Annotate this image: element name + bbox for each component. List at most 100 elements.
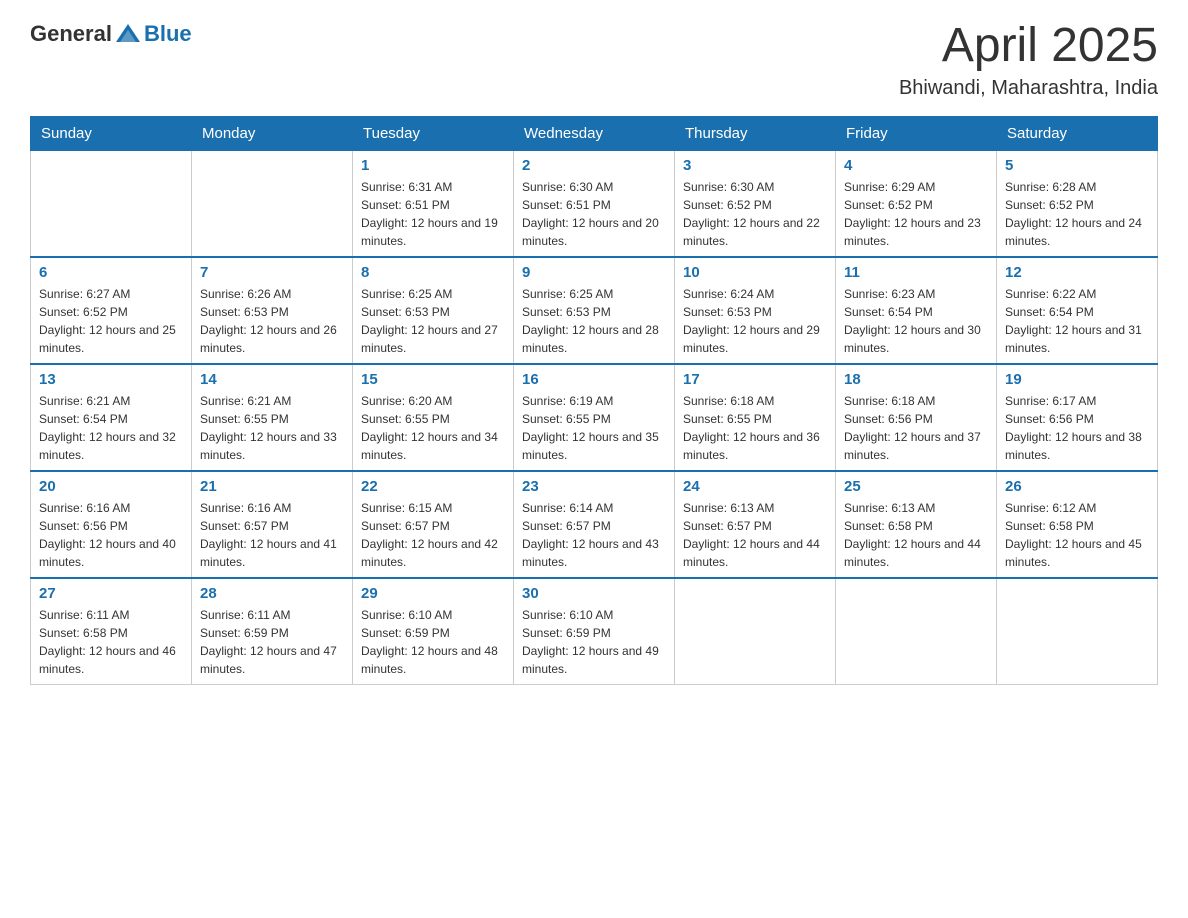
calendar-cell: 19 Sunrise: 6:17 AMSunset: 6:56 PMDayligh… xyxy=(997,364,1158,471)
day-info: Sunrise: 6:15 AMSunset: 6:57 PMDaylight:… xyxy=(361,499,505,571)
calendar-day-header: Friday xyxy=(836,116,997,150)
calendar-cell: 13 Sunrise: 6:21 AMSunset: 6:54 PMDayligh… xyxy=(31,364,192,471)
day-info: Sunrise: 6:25 AMSunset: 6:53 PMDaylight:… xyxy=(361,285,505,357)
day-number: 22 xyxy=(361,478,505,495)
day-info: Sunrise: 6:30 AMSunset: 6:51 PMDaylight:… xyxy=(522,178,666,250)
day-number: 17 xyxy=(683,371,827,388)
calendar-cell xyxy=(675,578,836,685)
title-block: April 2025 Bhiwandi, Maharashtra, India xyxy=(899,20,1158,100)
day-number: 14 xyxy=(200,371,344,388)
day-info: Sunrise: 6:21 AMSunset: 6:55 PMDaylight:… xyxy=(200,392,344,464)
day-number: 5 xyxy=(1005,157,1149,174)
calendar-cell: 12 Sunrise: 6:22 AMSunset: 6:54 PMDayligh… xyxy=(997,257,1158,364)
day-info: Sunrise: 6:10 AMSunset: 6:59 PMDaylight:… xyxy=(361,606,505,678)
calendar-cell: 14 Sunrise: 6:21 AMSunset: 6:55 PMDayligh… xyxy=(192,364,353,471)
day-info: Sunrise: 6:22 AMSunset: 6:54 PMDaylight:… xyxy=(1005,285,1149,357)
day-info: Sunrise: 6:10 AMSunset: 6:59 PMDaylight:… xyxy=(522,606,666,678)
day-number: 28 xyxy=(200,585,344,602)
calendar-cell: 23 Sunrise: 6:14 AMSunset: 6:57 PMDayligh… xyxy=(514,471,675,578)
day-info: Sunrise: 6:11 AMSunset: 6:58 PMDaylight:… xyxy=(39,606,183,678)
calendar-cell: 26Sunrise: 6:12 AMSunset: 6:58 PMDayligh… xyxy=(997,471,1158,578)
day-number: 19 xyxy=(1005,371,1149,388)
calendar-cell: 22 Sunrise: 6:15 AMSunset: 6:57 PMDayligh… xyxy=(353,471,514,578)
day-info: Sunrise: 6:13 AMSunset: 6:57 PMDaylight:… xyxy=(683,499,827,571)
calendar-week-row: 1 Sunrise: 6:31 AMSunset: 6:51 PMDaylight… xyxy=(31,150,1158,257)
day-info: Sunrise: 6:21 AMSunset: 6:54 PMDaylight:… xyxy=(39,392,183,464)
day-info: Sunrise: 6:16 AMSunset: 6:56 PMDaylight:… xyxy=(39,499,183,571)
day-number: 9 xyxy=(522,264,666,281)
calendar-day-header: Wednesday xyxy=(514,116,675,150)
day-info: Sunrise: 6:18 AMSunset: 6:55 PMDaylight:… xyxy=(683,392,827,464)
calendar-cell: 16 Sunrise: 6:19 AMSunset: 6:55 PMDayligh… xyxy=(514,364,675,471)
day-info: Sunrise: 6:17 AMSunset: 6:56 PMDaylight:… xyxy=(1005,392,1149,464)
day-info: Sunrise: 6:29 AMSunset: 6:52 PMDaylight:… xyxy=(844,178,988,250)
day-number: 8 xyxy=(361,264,505,281)
calendar-cell: 10 Sunrise: 6:24 AMSunset: 6:53 PMDayligh… xyxy=(675,257,836,364)
day-number: 20 xyxy=(39,478,183,495)
calendar-cell xyxy=(997,578,1158,685)
calendar-cell: 15Sunrise: 6:20 AMSunset: 6:55 PMDayligh… xyxy=(353,364,514,471)
calendar-cell: 3 Sunrise: 6:30 AMSunset: 6:52 PMDaylight… xyxy=(675,150,836,257)
day-number: 3 xyxy=(683,157,827,174)
calendar-cell: 17 Sunrise: 6:18 AMSunset: 6:55 PMDayligh… xyxy=(675,364,836,471)
day-info: Sunrise: 6:31 AMSunset: 6:51 PMDaylight:… xyxy=(361,178,505,250)
day-info: Sunrise: 6:23 AMSunset: 6:54 PMDaylight:… xyxy=(844,285,988,357)
day-info: Sunrise: 6:14 AMSunset: 6:57 PMDaylight:… xyxy=(522,499,666,571)
calendar-cell: 6 Sunrise: 6:27 AMSunset: 6:52 PMDaylight… xyxy=(31,257,192,364)
calendar-cell: 21 Sunrise: 6:16 AMSunset: 6:57 PMDayligh… xyxy=(192,471,353,578)
day-info: Sunrise: 6:25 AMSunset: 6:53 PMDaylight:… xyxy=(522,285,666,357)
day-number: 12 xyxy=(1005,264,1149,281)
day-info: Sunrise: 6:18 AMSunset: 6:56 PMDaylight:… xyxy=(844,392,988,464)
day-number: 25 xyxy=(844,478,988,495)
calendar-day-header: Tuesday xyxy=(353,116,514,150)
calendar-day-header: Sunday xyxy=(31,116,192,150)
day-info: Sunrise: 6:19 AMSunset: 6:55 PMDaylight:… xyxy=(522,392,666,464)
calendar-cell: 29 Sunrise: 6:10 AMSunset: 6:59 PMDayligh… xyxy=(353,578,514,685)
day-number: 2 xyxy=(522,157,666,174)
calendar-body: 1 Sunrise: 6:31 AMSunset: 6:51 PMDaylight… xyxy=(31,150,1158,684)
calendar-header-row: SundayMondayTuesdayWednesdayThursdayFrid… xyxy=(31,116,1158,150)
calendar-cell: 25Sunrise: 6:13 AMSunset: 6:58 PMDayligh… xyxy=(836,471,997,578)
day-info: Sunrise: 6:11 AMSunset: 6:59 PMDaylight:… xyxy=(200,606,344,678)
calendar-cell xyxy=(192,150,353,257)
day-number: 30 xyxy=(522,585,666,602)
day-number: 21 xyxy=(200,478,344,495)
day-number: 4 xyxy=(844,157,988,174)
calendar-cell: 2 Sunrise: 6:30 AMSunset: 6:51 PMDaylight… xyxy=(514,150,675,257)
day-number: 15 xyxy=(361,371,505,388)
calendar-subtitle: Bhiwandi, Maharashtra, India xyxy=(899,77,1158,100)
day-number: 7 xyxy=(200,264,344,281)
day-info: Sunrise: 6:30 AMSunset: 6:52 PMDaylight:… xyxy=(683,178,827,250)
day-info: Sunrise: 6:16 AMSunset: 6:57 PMDaylight:… xyxy=(200,499,344,571)
day-number: 10 xyxy=(683,264,827,281)
calendar-day-header: Monday xyxy=(192,116,353,150)
day-number: 23 xyxy=(522,478,666,495)
calendar-cell: 1 Sunrise: 6:31 AMSunset: 6:51 PMDaylight… xyxy=(353,150,514,257)
day-number: 6 xyxy=(39,264,183,281)
logo-blue-text: Blue xyxy=(144,21,192,47)
calendar-table: SundayMondayTuesdayWednesdayThursdayFrid… xyxy=(30,116,1158,685)
day-number: 24 xyxy=(683,478,827,495)
calendar-cell: 8 Sunrise: 6:25 AMSunset: 6:53 PMDaylight… xyxy=(353,257,514,364)
day-number: 29 xyxy=(361,585,505,602)
calendar-week-row: 20 Sunrise: 6:16 AMSunset: 6:56 PMDayligh… xyxy=(31,471,1158,578)
calendar-day-header: Saturday xyxy=(997,116,1158,150)
calendar-cell: 18 Sunrise: 6:18 AMSunset: 6:56 PMDayligh… xyxy=(836,364,997,471)
day-number: 18 xyxy=(844,371,988,388)
calendar-day-header: Thursday xyxy=(675,116,836,150)
day-number: 1 xyxy=(361,157,505,174)
calendar-header: SundayMondayTuesdayWednesdayThursdayFrid… xyxy=(31,116,1158,150)
calendar-cell: 4 Sunrise: 6:29 AMSunset: 6:52 PMDaylight… xyxy=(836,150,997,257)
day-info: Sunrise: 6:24 AMSunset: 6:53 PMDaylight:… xyxy=(683,285,827,357)
day-info: Sunrise: 6:27 AMSunset: 6:52 PMDaylight:… xyxy=(39,285,183,357)
day-number: 27 xyxy=(39,585,183,602)
calendar-week-row: 13 Sunrise: 6:21 AMSunset: 6:54 PMDayligh… xyxy=(31,364,1158,471)
day-number: 16 xyxy=(522,371,666,388)
day-info: Sunrise: 6:26 AMSunset: 6:53 PMDaylight:… xyxy=(200,285,344,357)
calendar-cell: 7 Sunrise: 6:26 AMSunset: 6:53 PMDaylight… xyxy=(192,257,353,364)
logo-icon xyxy=(114,20,142,48)
calendar-week-row: 27 Sunrise: 6:11 AMSunset: 6:58 PMDayligh… xyxy=(31,578,1158,685)
day-number: 13 xyxy=(39,371,183,388)
calendar-week-row: 6 Sunrise: 6:27 AMSunset: 6:52 PMDaylight… xyxy=(31,257,1158,364)
day-info: Sunrise: 6:12 AMSunset: 6:58 PMDaylight:… xyxy=(1005,499,1149,571)
